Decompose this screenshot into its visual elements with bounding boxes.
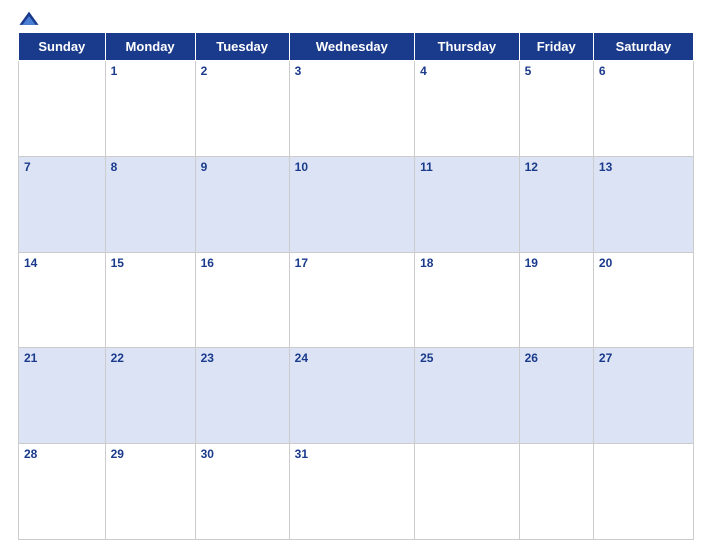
calendar-day: 3 <box>289 61 414 157</box>
calendar-day: 9 <box>195 156 289 252</box>
weekday-saturday: Saturday <box>593 33 693 61</box>
calendar-day: 29 <box>105 444 195 540</box>
calendar-week-row: 7 8 9 10 11 12 13 <box>19 156 694 252</box>
calendar-day: 5 <box>519 61 593 157</box>
calendar-day: 19 <box>519 252 593 348</box>
day-number: 9 <box>201 160 208 174</box>
day-number: 29 <box>111 447 124 461</box>
day-number: 2 <box>201 64 208 78</box>
day-number: 26 <box>525 351 538 365</box>
calendar-week-row: 1 2 3 4 5 6 <box>19 61 694 157</box>
day-number: 23 <box>201 351 214 365</box>
day-number: 18 <box>420 256 433 270</box>
calendar-table: SundayMondayTuesdayWednesdayThursdayFrid… <box>18 32 694 540</box>
top-bar <box>18 10 694 28</box>
day-number: 1 <box>111 64 118 78</box>
day-number: 4 <box>420 64 427 78</box>
weekday-monday: Monday <box>105 33 195 61</box>
day-number: 12 <box>525 160 538 174</box>
calendar-day: 22 <box>105 348 195 444</box>
logo-area <box>18 10 48 28</box>
calendar-day: 24 <box>289 348 414 444</box>
day-number: 20 <box>599 256 612 270</box>
day-number: 3 <box>295 64 302 78</box>
day-number: 13 <box>599 160 612 174</box>
calendar-day: 6 <box>593 61 693 157</box>
calendar-day: 10 <box>289 156 414 252</box>
calendar-day: 4 <box>415 61 520 157</box>
day-number: 14 <box>24 256 37 270</box>
day-number: 24 <box>295 351 308 365</box>
empty-day <box>593 444 693 540</box>
day-number: 11 <box>420 160 433 174</box>
day-number: 25 <box>420 351 433 365</box>
calendar-day: 14 <box>19 252 106 348</box>
day-number: 30 <box>201 447 214 461</box>
day-number: 27 <box>599 351 612 365</box>
day-number: 31 <box>295 447 308 461</box>
calendar-week-row: 14 15 16 17 18 19 20 <box>19 252 694 348</box>
weekday-header-row: SundayMondayTuesdayWednesdayThursdayFrid… <box>19 33 694 61</box>
day-number: 22 <box>111 351 124 365</box>
calendar-day: 30 <box>195 444 289 540</box>
calendar-week-row: 21 22 23 24 25 26 27 <box>19 348 694 444</box>
weekday-thursday: Thursday <box>415 33 520 61</box>
empty-day <box>519 444 593 540</box>
weekday-sunday: Sunday <box>19 33 106 61</box>
calendar-day: 23 <box>195 348 289 444</box>
calendar-week-row: 28 29 30 31 <box>19 444 694 540</box>
logo-icon <box>18 10 40 28</box>
calendar-day: 2 <box>195 61 289 157</box>
day-number: 21 <box>24 351 37 365</box>
day-number: 15 <box>111 256 124 270</box>
day-number: 28 <box>24 447 37 461</box>
calendar-day: 31 <box>289 444 414 540</box>
calendar-day: 17 <box>289 252 414 348</box>
calendar-day: 11 <box>415 156 520 252</box>
calendar-day: 27 <box>593 348 693 444</box>
calendar-day: 21 <box>19 348 106 444</box>
calendar-day: 18 <box>415 252 520 348</box>
calendar-day: 26 <box>519 348 593 444</box>
calendar-day: 1 <box>105 61 195 157</box>
empty-day <box>19 61 106 157</box>
calendar-day: 15 <box>105 252 195 348</box>
weekday-tuesday: Tuesday <box>195 33 289 61</box>
day-number: 7 <box>24 160 31 174</box>
day-number: 6 <box>599 64 606 78</box>
calendar-day: 12 <box>519 156 593 252</box>
day-number: 5 <box>525 64 532 78</box>
calendar-day: 16 <box>195 252 289 348</box>
day-number: 8 <box>111 160 118 174</box>
calendar-day: 28 <box>19 444 106 540</box>
day-number: 17 <box>295 256 308 270</box>
day-number: 19 <box>525 256 538 270</box>
day-number: 16 <box>201 256 214 270</box>
empty-day <box>415 444 520 540</box>
calendar-day: 7 <box>19 156 106 252</box>
weekday-friday: Friday <box>519 33 593 61</box>
calendar-day: 13 <box>593 156 693 252</box>
calendar-day: 8 <box>105 156 195 252</box>
weekday-wednesday: Wednesday <box>289 33 414 61</box>
calendar-day: 20 <box>593 252 693 348</box>
day-number: 10 <box>295 160 308 174</box>
calendar-day: 25 <box>415 348 520 444</box>
